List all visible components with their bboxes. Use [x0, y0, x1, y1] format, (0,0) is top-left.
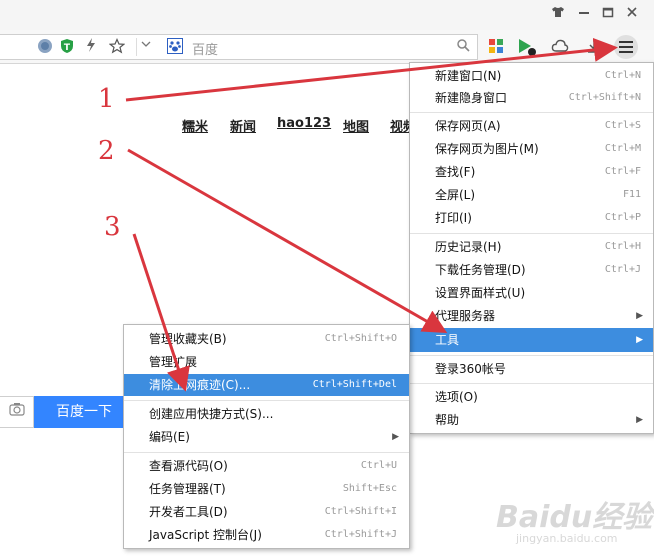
- menu-item-help[interactable]: 帮助 ▶: [410, 409, 653, 431]
- menu-divider: [410, 355, 653, 356]
- star-icon[interactable]: [108, 38, 126, 56]
- close-icon[interactable]: [622, 6, 642, 24]
- menu-divider: [410, 383, 653, 384]
- menu-item-history[interactable]: 历史记录(H) Ctrl+H: [410, 236, 653, 258]
- menu-hamburger-icon[interactable]: [614, 35, 638, 59]
- menu-item-new-window[interactable]: 新建窗口(N) Ctrl+N: [410, 65, 653, 87]
- chevron-down-icon[interactable]: [136, 38, 154, 56]
- address-bar[interactable]: T 百度: [0, 34, 478, 60]
- toolbar: T 百度: [0, 30, 654, 64]
- menu-divider: [124, 400, 409, 401]
- menu-item-ui-style[interactable]: 设置界面样式(U): [410, 282, 653, 304]
- menu-item-tools[interactable]: 工具 ▶: [410, 328, 653, 352]
- submenu-item-manage-favorites[interactable]: 管理收藏夹(B) Ctrl+Shift+O: [124, 328, 409, 350]
- video-play-icon[interactable]: [517, 38, 536, 56]
- chevron-right-icon: ▶: [636, 311, 643, 321]
- submenu-item-task-manager[interactable]: 任务管理器(T) Shift+Esc: [124, 478, 409, 500]
- submenu-item-manage-extensions[interactable]: 管理扩展: [124, 351, 409, 373]
- shirt-icon[interactable]: [548, 6, 568, 24]
- search-icon[interactable]: [454, 38, 472, 56]
- lightning-icon[interactable]: [82, 38, 100, 56]
- restore-icon[interactable]: [598, 6, 618, 24]
- submenu-item-clear-browsing-data[interactable]: 清除上网痕迹(C)... Ctrl+Shift+Del: [124, 374, 409, 396]
- nav-link-news[interactable]: 新闻: [230, 116, 256, 135]
- submenu-item-developer-tools[interactable]: 开发者工具(D) Ctrl+Shift+I: [124, 501, 409, 523]
- watermark: Baidu经验 jingyan.baidu.com: [496, 500, 653, 545]
- menu-item-save-as-image[interactable]: 保存网页为图片(M) Ctrl+M: [410, 138, 653, 160]
- menu-divider: [410, 112, 653, 113]
- menu-divider: [410, 233, 653, 234]
- menu-item-downloads[interactable]: 下载任务管理(D) Ctrl+J: [410, 259, 653, 281]
- menu-divider: [124, 452, 409, 453]
- baidu-search-button[interactable]: 百度一下: [34, 396, 134, 428]
- title-bar: [0, 0, 654, 30]
- baidu-paw-icon[interactable]: [166, 38, 184, 56]
- menu-item-proxy[interactable]: 代理服务器 ▶: [410, 305, 653, 327]
- svg-text:T: T: [64, 43, 71, 53]
- chevron-right-icon: ▶: [636, 335, 643, 345]
- shield-icon[interactable]: [36, 38, 54, 56]
- chevron-right-icon: ▶: [392, 432, 399, 442]
- search-input[interactable]: 百度: [192, 39, 218, 58]
- apps-grid-icon[interactable]: [487, 38, 505, 56]
- submenu-item-create-shortcut[interactable]: 创建应用快捷方式(S)...: [124, 403, 409, 425]
- cloud-icon[interactable]: [551, 38, 569, 56]
- menu-item-options[interactable]: 选项(O): [410, 386, 653, 408]
- menu-item-find[interactable]: 查找(F) Ctrl+F: [410, 161, 653, 183]
- submenu-item-view-source[interactable]: 查看源代码(O) Ctrl+U: [124, 455, 409, 477]
- annotation-label-1: 1: [98, 84, 115, 114]
- submenu-item-js-console[interactable]: JavaScript 控制台(J) Ctrl+Shift+J: [124, 524, 409, 546]
- download-icon[interactable]: [585, 38, 603, 56]
- annotation-label-2: 2: [98, 136, 115, 166]
- menu-item-save-page[interactable]: 保存网页(A) Ctrl+S: [410, 115, 653, 137]
- submenu-item-encoding[interactable]: 编码(E) ▶: [124, 426, 409, 448]
- nav-link-hao123[interactable]: hao123: [277, 116, 331, 131]
- menu-item-print[interactable]: 打印(I) Ctrl+P: [410, 207, 653, 229]
- menu-item-fullscreen[interactable]: 全屏(L) F11: [410, 184, 653, 206]
- nav-link-nuomi[interactable]: 糯米: [182, 116, 208, 135]
- camera-icon[interactable]: [0, 396, 34, 428]
- annotation-label-3: 3: [104, 212, 121, 242]
- menu-item-login-360[interactable]: 登录360帐号: [410, 358, 653, 380]
- chevron-right-icon: ▶: [636, 415, 643, 425]
- security-badge-icon[interactable]: T: [58, 38, 76, 56]
- arrow-2: [127, 148, 448, 333]
- minimize-icon[interactable]: [574, 6, 594, 24]
- tools-submenu: 管理收藏夹(B) Ctrl+Shift+O 管理扩展 清除上网痕迹(C)... Ct…: [123, 324, 410, 549]
- browser-main-menu: 新建窗口(N) Ctrl+N 新建隐身窗口 Ctrl+Shift+N 保存网页(A)…: [409, 62, 654, 434]
- nav-link-map[interactable]: 地图: [343, 116, 369, 135]
- menu-item-new-incognito[interactable]: 新建隐身窗口 Ctrl+Shift+N: [410, 87, 653, 109]
